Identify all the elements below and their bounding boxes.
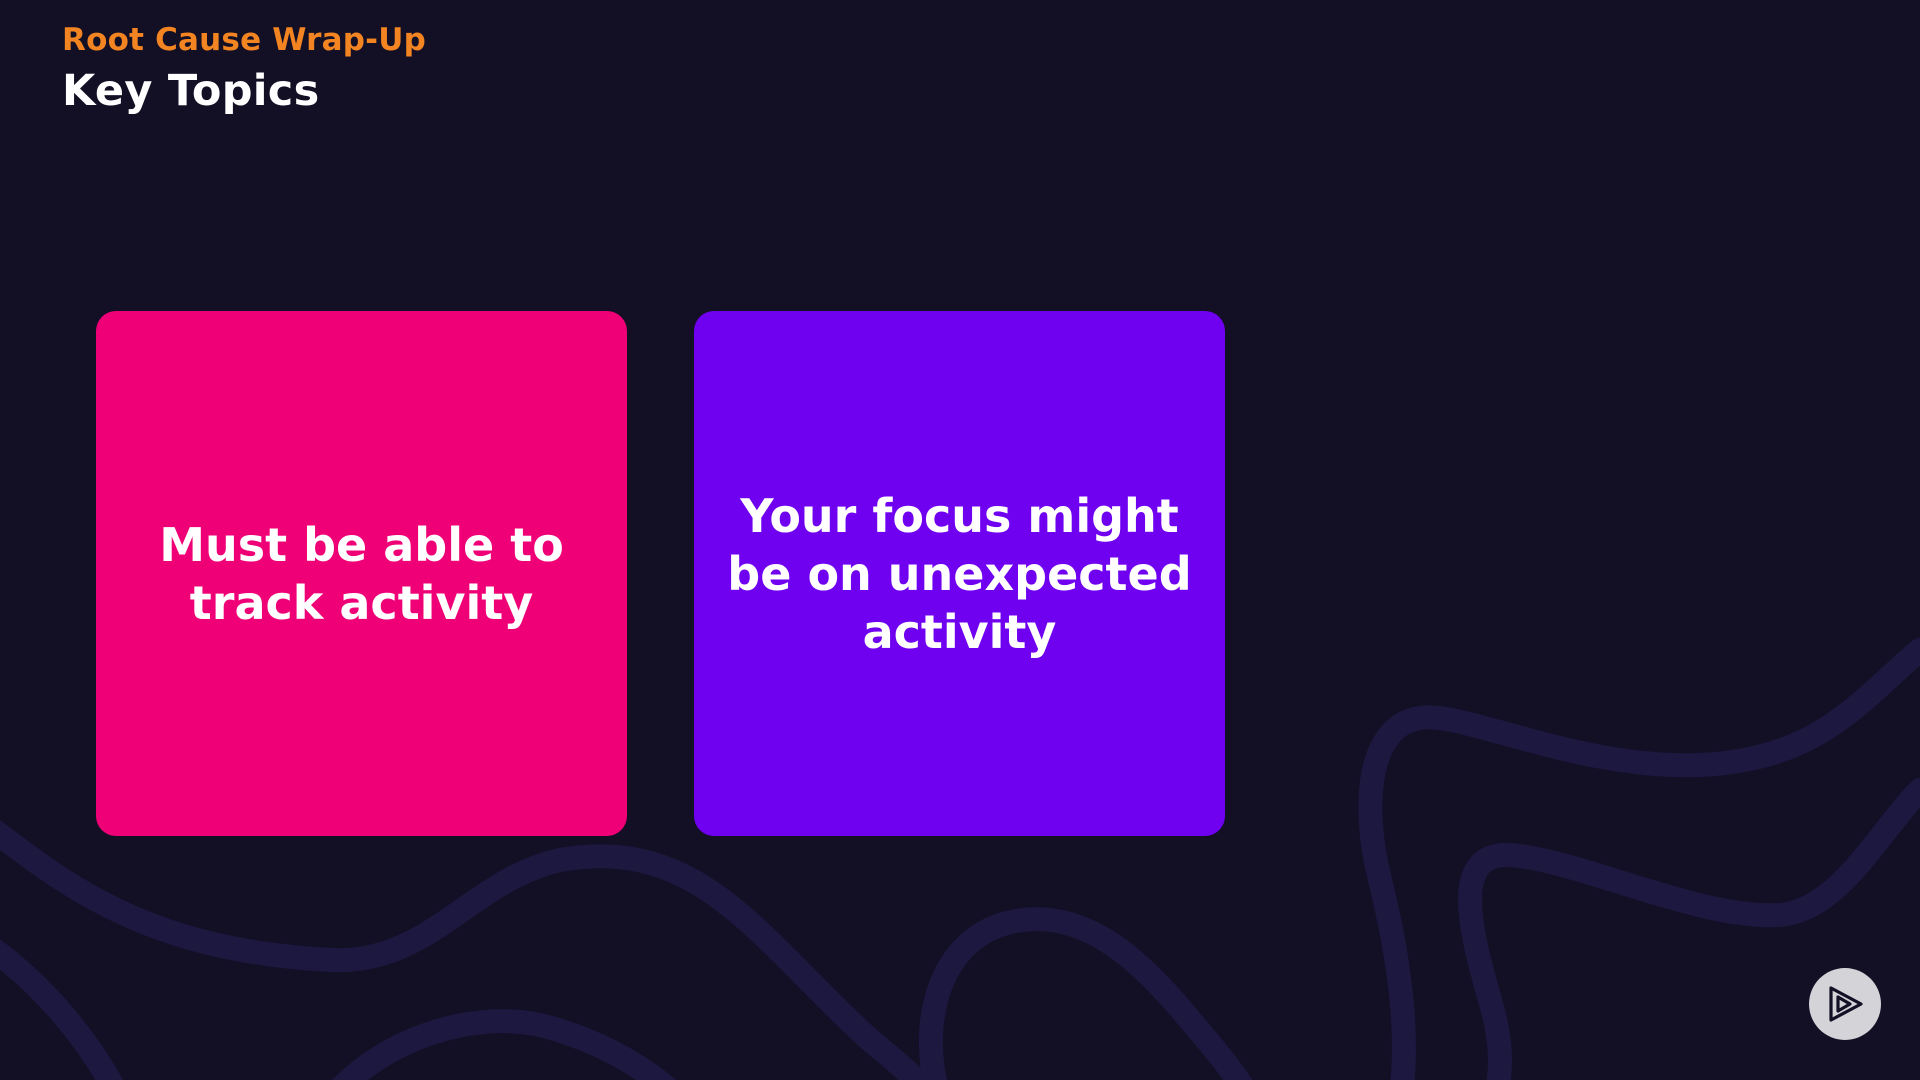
page-title: Key Topics [62, 66, 320, 116]
section-label: Root Cause Wrap-Up [62, 22, 426, 58]
play-button[interactable] [1809, 968, 1881, 1040]
topic-card-text: Must be able to track activity [159, 517, 564, 630]
play-icon [1829, 986, 1863, 1022]
topic-card-unexpected-activity: Your focus might be on unexpected activi… [694, 311, 1225, 836]
slide: Root Cause Wrap-Up Key Topics Must be ab… [0, 0, 1920, 1080]
topic-card-text: Your focus might be on unexpected activi… [727, 488, 1192, 659]
topic-card-track-activity: Must be able to track activity [96, 311, 627, 836]
